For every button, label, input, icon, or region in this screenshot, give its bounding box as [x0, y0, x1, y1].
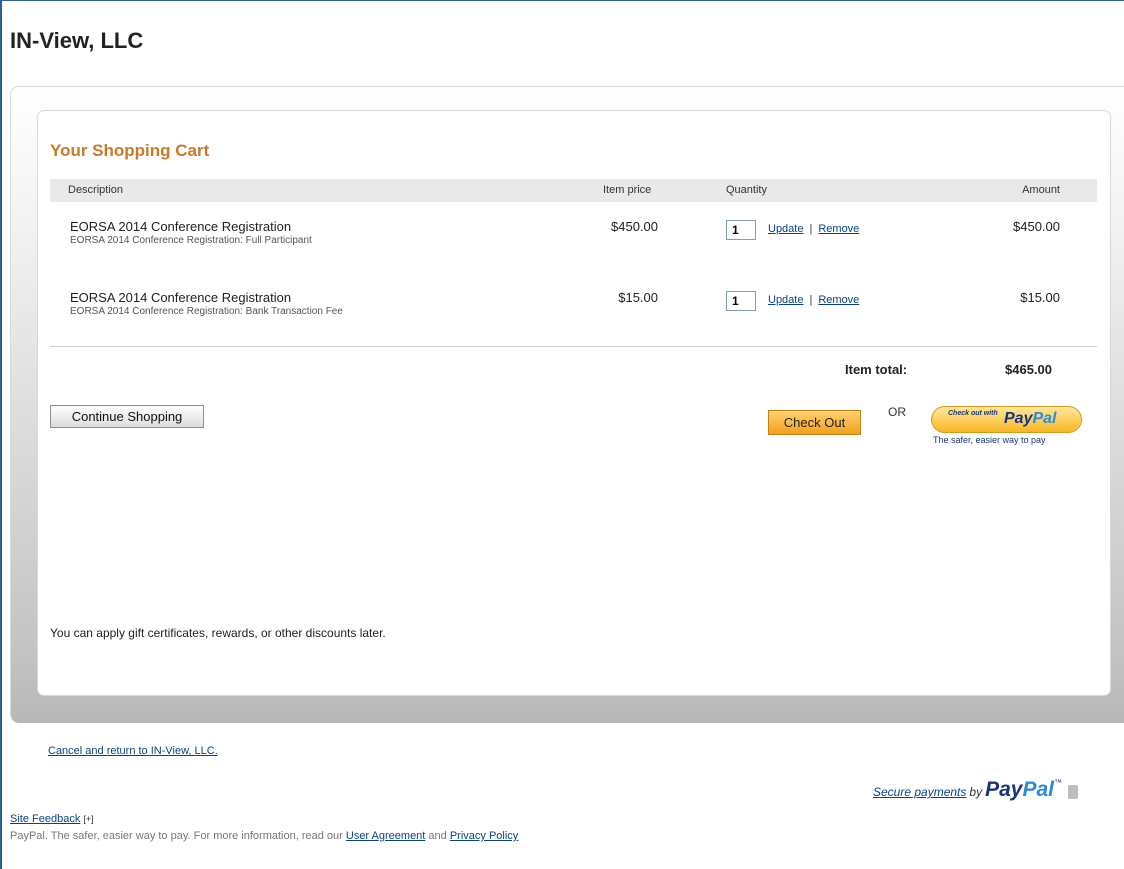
item-name: EORSA 2014 Conference Registration [70, 290, 292, 305]
column-amount: Amount [1022, 184, 1060, 196]
or-label: OR [888, 405, 906, 419]
action-separator: | [809, 223, 813, 235]
column-item-price: Item price [603, 184, 652, 196]
legal-footer: PayPal. The safer, easier way to pay. Fo… [10, 830, 518, 842]
window-border-top [0, 0, 1124, 1]
paypal-footer-logo: PayPal [985, 778, 1054, 801]
cart-table-header: Description Item price Quantity Amount [50, 179, 1097, 202]
item-detail: EORSA 2014 Conference Registration: Full… [70, 235, 312, 246]
paypal-logo-pay: Pay [1004, 410, 1033, 427]
update-link[interactable]: Update [768, 223, 803, 235]
update-link[interactable]: Update [768, 294, 803, 306]
secure-by-text: by [969, 785, 983, 799]
site-feedback-link[interactable]: Site Feedback [10, 813, 80, 825]
cart-divider [50, 346, 1097, 347]
paypal-button-small-text: Check out with [948, 410, 998, 417]
footer-logo-pal: Pal [1022, 778, 1054, 801]
paypal-checkout-button[interactable]: Check out with PayPal [931, 406, 1082, 433]
privacy-policy-link[interactable]: Privacy Policy [450, 830, 518, 842]
secure-payments-link[interactable]: Secure payments [873, 785, 966, 799]
cart-row: EORSA 2014 Conference Registration EORSA… [50, 219, 1097, 259]
action-separator: | [809, 294, 813, 306]
secure-payments: Secure payments by PayPal™ [873, 778, 1078, 802]
user-agreement-link[interactable]: User Agreement [346, 830, 425, 842]
quantity-input[interactable] [726, 220, 756, 240]
check-out-button[interactable]: Check Out [768, 410, 861, 435]
cart-row: EORSA 2014 Conference Registration EORSA… [50, 290, 1097, 330]
window-border-left [0, 0, 2, 869]
paypal-logo-pal: Pal [1032, 410, 1057, 427]
site-feedback: Site Feedback [+] [10, 813, 94, 825]
column-quantity: Quantity [726, 184, 767, 196]
paypal-button-logo: PayPal [1004, 410, 1056, 428]
quantity-input[interactable] [726, 291, 756, 311]
item-amount: $15.00 [1020, 290, 1060, 305]
item-amount: $450.00 [1013, 219, 1060, 234]
remove-link[interactable]: Remove [818, 223, 859, 235]
cart-heading: Your Shopping Cart [50, 141, 210, 160]
gift-note: You can apply gift certificates, rewards… [50, 626, 386, 640]
merchant-title: IN-View, LLC [10, 28, 144, 53]
continue-shopping-button[interactable]: Continue Shopping [50, 405, 204, 428]
legal-and: and [428, 830, 447, 842]
row-actions: Update | Remove [768, 294, 859, 306]
row-actions: Update | Remove [768, 223, 859, 235]
item-detail: EORSA 2014 Conference Registration: Bank… [70, 306, 343, 317]
trademark-mark: ™ [1053, 778, 1062, 787]
cancel-return-link[interactable]: Cancel and return to IN-View, LLC. [48, 745, 218, 757]
item-total-label: Item total: [845, 362, 908, 377]
item-total-value: $465.00 [1005, 362, 1052, 377]
footer-logo-pay: Pay [985, 778, 1023, 801]
lock-icon [1067, 784, 1078, 799]
item-price: $15.00 [618, 290, 658, 305]
column-description: Description [68, 184, 124, 196]
legal-text: PayPal. The safer, easier way to pay. Fo… [10, 830, 343, 842]
remove-link[interactable]: Remove [818, 294, 859, 306]
item-price: $450.00 [611, 219, 658, 234]
paypal-tagline: The safer, easier way to pay [933, 435, 1046, 445]
feedback-expand[interactable]: [+] [83, 814, 93, 824]
item-name: EORSA 2014 Conference Registration [70, 219, 292, 234]
